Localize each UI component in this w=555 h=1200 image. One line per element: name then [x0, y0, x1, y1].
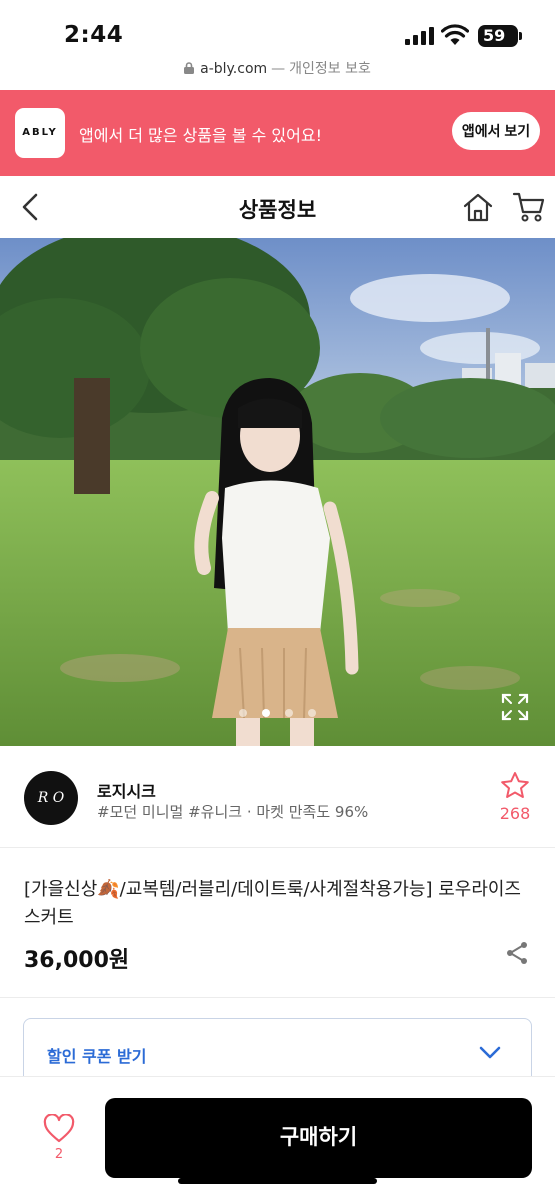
- store-name[interactable]: 로지시크: [97, 778, 156, 802]
- pagination-dot[interactable]: [239, 709, 247, 717]
- product-image[interactable]: [0, 238, 555, 746]
- home-indicator[interactable]: [178, 1178, 377, 1184]
- heart-count: 2: [54, 1147, 64, 1162]
- expand-icon[interactable]: [501, 693, 529, 721]
- coupon-label: 할인 쿠폰 받기: [47, 1047, 147, 1066]
- product-price: 36,000원: [24, 948, 130, 973]
- privacy-note: 개인정보 보호: [289, 61, 371, 77]
- image-pagination: [239, 709, 319, 719]
- ably-logo: ABLY: [15, 108, 65, 158]
- banner-message: 앱에서 더 많은 상품을 볼 수 있어요!: [79, 126, 323, 145]
- status-bar: 2:44 59: [0, 0, 555, 58]
- chevron-down-icon[interactable]: [478, 1044, 502, 1062]
- heart-icon[interactable]: [43, 1114, 75, 1143]
- lock-icon: [184, 62, 195, 74]
- store-row[interactable]: R O 로지시크 #모던 미니멀 #유니크 · 마켓 만족도 96% 268: [0, 746, 555, 848]
- page-header: 상품정보: [0, 176, 555, 238]
- url-separator: —: [271, 61, 286, 77]
- share-icon[interactable]: [505, 941, 529, 965]
- cart-icon[interactable]: [512, 191, 546, 223]
- store-tags: #모던 미니멀 #유니크 · 마켓 만족도 96%: [97, 803, 369, 821]
- battery-level: 59: [483, 26, 506, 45]
- battery-icon: 59: [478, 25, 522, 47]
- product-info: [가을신상🍂/교복템/러블리/데이트룩/사계절착용가능] 로우라이즈 스커트 3…: [0, 848, 555, 998]
- store-like-count: 268: [499, 804, 531, 823]
- star-icon[interactable]: [500, 771, 530, 799]
- buy-button[interactable]: 구매하기: [105, 1098, 532, 1178]
- product-name: [가을신상🍂/교복템/러블리/데이트룩/사계절착용가능] 로우라이즈 스커트: [24, 879, 521, 928]
- home-icon[interactable]: [462, 192, 494, 222]
- pagination-dot-active[interactable]: [262, 709, 270, 717]
- status-time: 2:44: [64, 22, 124, 48]
- url-domain: a-bly.com: [200, 61, 268, 77]
- store-avatar: R O: [24, 771, 78, 825]
- product-photo-illustration: [0, 238, 555, 746]
- app-download-banner: ABLY 앱에서 더 많은 상품을 볼 수 있어요! 앱에서 보기: [0, 90, 555, 176]
- wifi-icon: [441, 24, 469, 45]
- pagination-dot[interactable]: [285, 709, 293, 717]
- pagination-dot[interactable]: [308, 709, 316, 717]
- cellular-signal-icon: [405, 27, 434, 45]
- url-bar[interactable]: a-bly.com — 개인정보 보호: [0, 58, 555, 90]
- open-in-app-button[interactable]: 앱에서 보기: [452, 112, 540, 150]
